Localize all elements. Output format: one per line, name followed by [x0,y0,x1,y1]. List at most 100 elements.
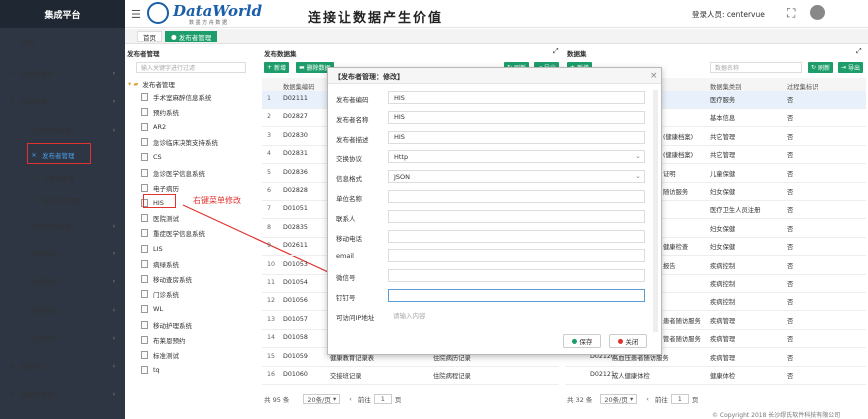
field-label: 可访问IP地址 [336,313,375,322]
right-page-size-select[interactable]: 20条/页 ▾ [600,394,638,404]
field-label: 联系人 [336,214,356,223]
save-button[interactable]: ● 保存 [563,334,601,348]
right-col-category: 数据集类别 [710,84,742,91]
field-input[interactable]: 请输入内容 [388,309,645,322]
row-code[interactable]: D01051 [283,205,308,212]
mid-page-size-select[interactable]: 20条/页 ▾ [303,394,341,404]
right-row-flag: 否 [787,244,794,252]
right-page-unit: 页 [691,396,699,404]
row-code[interactable]: D02828 [283,187,308,194]
row-code[interactable]: D02836 [283,169,308,176]
right-page-input[interactable]: 1 [670,394,689,404]
mid-prev-icon[interactable]: ‹ [349,395,352,403]
right-row-category: 疾病管理 [710,336,736,344]
field-input[interactable] [388,249,645,263]
field-input[interactable]: HIS [388,110,645,124]
save-label: 保存 [579,338,593,346]
field-input[interactable] [388,229,645,243]
middle-expand-icon[interactable]: ⤢ [553,47,559,56]
field-input[interactable]: HIS [388,91,645,104]
row-index: 16 [267,371,276,378]
edit-dialog: 【发布者管理：修改】 × 发布者编码 HIS 发布者名称 HIS 发布者描述 HIS 交换协… [327,67,662,355]
right-row-category: 基本信息 [710,115,736,123]
field-input[interactable]: Http [388,150,645,164]
field-label: 钉钉号 [336,294,356,302]
row-code[interactable]: D01054 [283,279,308,286]
row-code[interactable]: D02611 [283,242,308,249]
right-export-button[interactable]: ⇥ 导出 [838,62,863,73]
right-row-flag: 否 [787,299,794,307]
table-row-divider [262,365,559,367]
field-input[interactable] [388,209,645,223]
row-code[interactable]: D01053 [283,261,308,268]
field-label: 单位名称 [336,195,362,203]
dialog-title: 【发布者管理：修改】 [334,73,404,81]
field-label: 移动电话 [336,234,362,243]
save-icon: ● [571,337,580,345]
row-code[interactable]: D02831 [283,150,308,157]
row-index: 2 [267,113,272,121]
right-search-input[interactable]: 数据名称 [710,62,802,73]
right-panel-title: 数据集 [567,50,587,58]
right-prev-icon[interactable]: ‹ [646,395,649,403]
close-button[interactable]: ● 关闭 [609,334,647,348]
row-desc: 住院病程记录 [433,373,471,380]
field-label: email [336,252,354,261]
right-row-flag: 否 [787,225,794,233]
chevron-down-icon: ⌄ [635,152,641,161]
right-row-flag: 否 [787,262,794,270]
chevron-down-icon: ⌄ [635,172,641,181]
dialog-scrollbar[interactable] [653,90,658,332]
right-row-category: 儿童保健 [710,170,736,178]
right-row-category: 疾病控制 [710,262,736,270]
mid-col-code: 数据集编码 [283,84,315,91]
field-label: 交换协议 [336,155,362,164]
row-code[interactable]: D01060 [283,371,308,378]
field-input[interactable] [388,190,645,203]
row-name: 交接班记录 [330,373,362,380]
row-code[interactable]: D01059 [283,353,308,360]
plus-icon: + [267,64,274,71]
right-total: 共 32 条 [567,396,593,404]
right-row-category: 疾病控制 [710,281,736,288]
right-expand-icon[interactable]: ⤢ [856,47,862,56]
mid-pagination: 共 95 条 20条/页 ▾ ‹ 前往 1 页 [264,394,401,404]
row-code[interactable]: D01058 [283,334,308,341]
row-code[interactable]: D01056 [283,297,308,304]
right-col-flag: 过程集标识 [787,84,819,91]
right-row-category: 疾病管理 [710,317,736,325]
row-index: 8 [267,223,272,231]
table-row-divider [565,365,866,367]
field-label: 发布者名称 [336,115,369,124]
row-code[interactable]: D02827 [283,113,308,120]
mid-page-input[interactable]: 1 [373,394,392,404]
row-code[interactable]: D01057 [283,316,308,323]
field-input[interactable]: JSON [388,170,645,184]
close-icon[interactable]: × [650,71,658,81]
field-input[interactable] [388,269,645,283]
right-refresh-label: 刷新 [817,65,830,72]
copyright: © Copyright 2018 长沙缪氏软件科技有限公司 [712,412,841,419]
row-code[interactable]: D02835 [283,224,308,231]
field-label: 发布者描述 [336,135,369,144]
right-export-icon: ⇥ [841,64,848,71]
middle-panel-title: 发布数据集 [264,50,297,58]
field-input[interactable] [388,289,645,302]
field-label: 微信号 [336,274,356,283]
row-code[interactable]: D02830 [283,132,308,139]
mid-page-size-value: 20条/页 [307,396,331,404]
right-row-category: 健康体检 [710,373,736,380]
row-code[interactable]: D02111 [283,95,308,102]
right-row-category: 疾病管理 [710,354,736,362]
row-index: 4 [267,150,272,158]
field-label: 发布者编码 [336,96,369,104]
close-circle-icon: ● [617,337,626,345]
right-refresh-button[interactable]: ↻ 刷新 [808,62,833,73]
right-row-category: 共它管理 [710,152,736,160]
row-index: 15 [267,352,276,360]
field-input[interactable]: HIS [388,130,645,144]
mid-add-button[interactable]: + 新增 [264,62,289,73]
row-index: 1 [267,95,272,102]
row-index: 5 [267,168,272,176]
right-row-category: 妇女保健 [710,189,736,196]
